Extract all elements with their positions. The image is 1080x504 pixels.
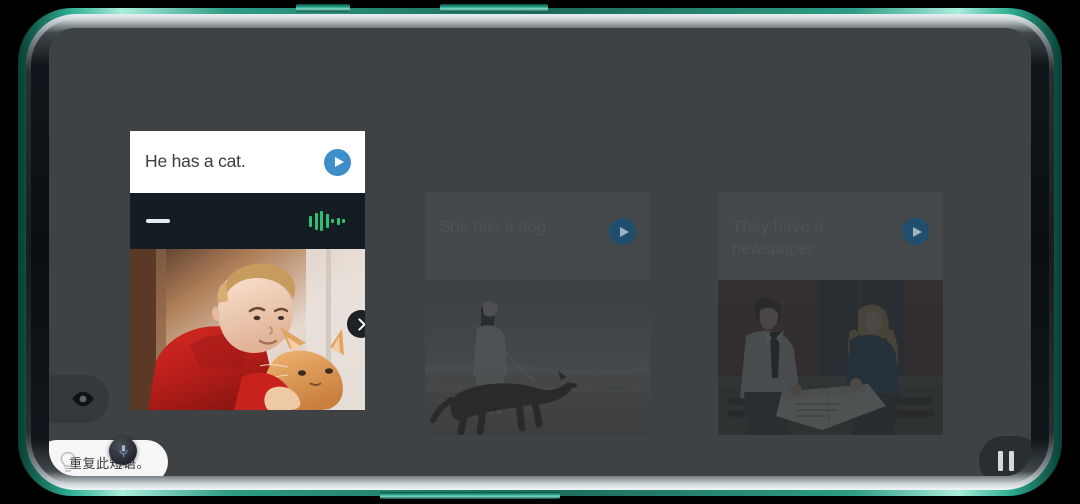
audio-waveform-icon bbox=[309, 211, 345, 231]
dim-overlay bbox=[425, 280, 650, 435]
play-audio-button[interactable] bbox=[902, 218, 929, 245]
device-bottom-edge-button[interactable] bbox=[380, 492, 560, 499]
card-header: She has a dog. bbox=[425, 192, 650, 280]
card-header: He has a cat. bbox=[130, 131, 365, 193]
dash-icon bbox=[146, 219, 170, 223]
waveform-bar bbox=[309, 215, 312, 227]
phrase-card-dog[interactable]: She has a dog. bbox=[425, 192, 650, 435]
phrase-card-active[interactable]: He has a cat. bbox=[130, 131, 365, 410]
screenshot-root: He has a cat. She has a dog. They have a… bbox=[0, 0, 1080, 504]
play-icon bbox=[334, 157, 344, 167]
waveform-bar bbox=[342, 219, 345, 223]
card-title: She has a dog. bbox=[439, 217, 551, 236]
card-header: They have a newspaper. bbox=[718, 192, 943, 280]
play-icon bbox=[912, 226, 922, 237]
volume-button[interactable] bbox=[296, 4, 350, 12]
recording-bar[interactable] bbox=[130, 193, 365, 249]
card-image-dog bbox=[425, 280, 650, 435]
phrase-card-list: He has a cat. She has a dog. They have a… bbox=[49, 28, 1031, 476]
pause-icon-second-bar bbox=[1009, 451, 1014, 471]
microphone-icon[interactable] bbox=[109, 437, 137, 465]
waveform-bar bbox=[314, 212, 318, 230]
card-title: He has a cat. bbox=[145, 151, 246, 172]
dim-overlay bbox=[718, 280, 943, 435]
card-title: They have a newspaper. bbox=[732, 217, 824, 259]
waveform-bar bbox=[325, 214, 329, 228]
play-audio-button[interactable] bbox=[324, 148, 351, 176]
card-image-cat bbox=[130, 249, 365, 410]
lightbulb-icon bbox=[59, 451, 77, 476]
power-button[interactable] bbox=[440, 4, 548, 12]
phone-screen: He has a cat. She has a dog. They have a… bbox=[49, 28, 1031, 476]
waveform-bar bbox=[331, 219, 334, 223]
play-icon bbox=[619, 226, 629, 237]
pause-button[interactable] bbox=[979, 436, 1031, 476]
pause-icon bbox=[998, 451, 1003, 471]
card-image-newspaper bbox=[718, 280, 943, 435]
phrase-card-newspaper[interactable]: They have a newspaper. bbox=[718, 192, 943, 435]
app-surface: He has a cat. She has a dog. They have a… bbox=[49, 28, 1031, 476]
waveform-bar bbox=[336, 217, 340, 225]
chevron-right-icon bbox=[353, 317, 365, 331]
waveform-bar bbox=[320, 211, 323, 231]
play-audio-button[interactable] bbox=[609, 218, 636, 245]
hint-tooltip: 重复此短语。 bbox=[49, 440, 169, 476]
cat-photo-illustration bbox=[130, 249, 365, 410]
